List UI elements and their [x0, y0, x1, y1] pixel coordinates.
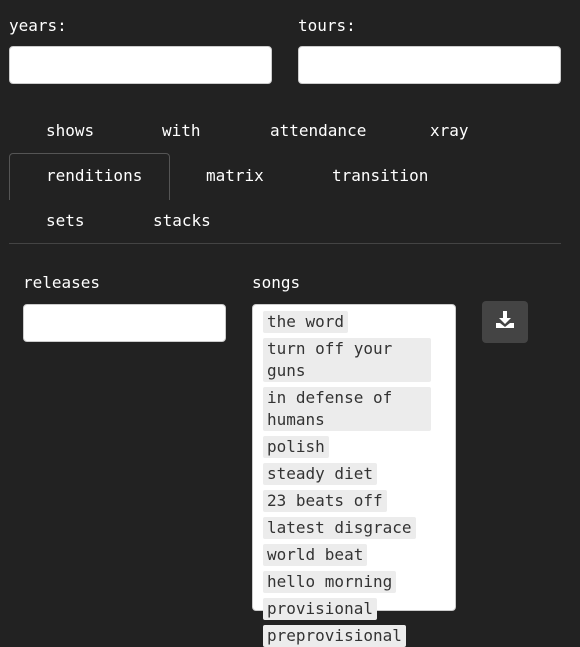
songs-chip-list: the word turn off your guns in defense o…	[263, 311, 445, 647]
tab-sets[interactable]: sets	[46, 211, 85, 231]
tab-transition[interactable]: transition	[332, 166, 428, 186]
releases-input[interactable]	[23, 304, 226, 342]
tab-attendance[interactable]: attendance	[270, 121, 366, 141]
songs-select[interactable]: the word turn off your guns in defense o…	[252, 304, 456, 647]
tab-stacks[interactable]: stacks	[153, 211, 211, 231]
releases-label: releases	[23, 273, 101, 292]
tours-label: tours:	[298, 16, 356, 35]
song-chip[interactable]: hello morning	[263, 571, 397, 593]
songs-label: songs	[252, 273, 301, 292]
tabs-divider	[9, 243, 561, 244]
download-icon	[494, 310, 516, 334]
years-label: years:	[9, 16, 67, 35]
song-chip[interactable]: steady diet	[263, 463, 377, 485]
song-chip[interactable]: latest disgrace	[263, 517, 416, 539]
song-chip[interactable]: in defense of humans	[263, 387, 431, 431]
tab-shows[interactable]: shows	[46, 121, 94, 141]
song-chip[interactable]: polish	[263, 436, 329, 458]
song-chip[interactable]: provisional	[263, 598, 377, 620]
song-chip[interactable]: preprovisional	[263, 625, 406, 647]
tab-with[interactable]: with	[162, 121, 201, 141]
song-chip[interactable]: turn off your guns	[263, 338, 431, 382]
song-chip[interactable]: the word	[263, 311, 349, 333]
tab-renditions[interactable]: renditions	[46, 166, 142, 186]
tab-xray[interactable]: xray	[430, 121, 469, 141]
tours-input[interactable]	[298, 46, 561, 84]
song-chip[interactable]: 23 beats off	[263, 490, 387, 512]
download-button[interactable]	[482, 301, 528, 343]
years-input[interactable]	[9, 46, 272, 84]
song-chip[interactable]: world beat	[263, 544, 368, 566]
tab-matrix[interactable]: matrix	[206, 166, 264, 186]
